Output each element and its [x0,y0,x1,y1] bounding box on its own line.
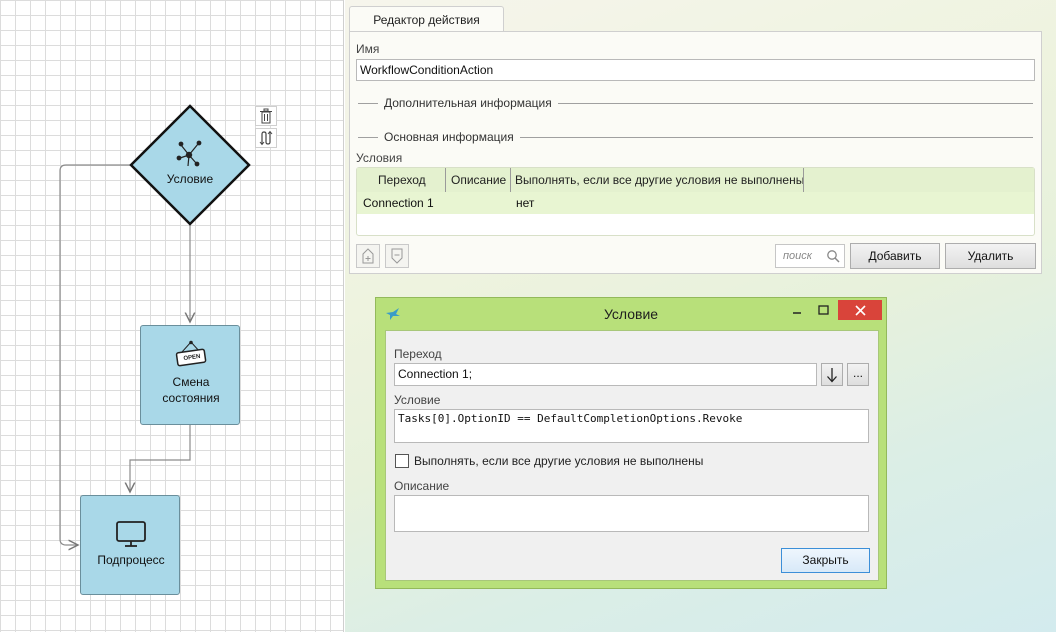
conditions-label: Условия [356,151,403,165]
table-row[interactable]: Connection 1 нет [357,192,1034,214]
monitor-icon [116,521,146,547]
action-editor-panel: Имя WorkflowConditionAction Дополнительн… [349,31,1042,274]
delete-button[interactable]: Удалить [945,243,1036,269]
move-down-button[interactable] [385,244,409,268]
workflow-canvas[interactable]: Условие OPEN Смена состояния Подпроцесс [0,0,344,632]
search-icon [827,250,840,263]
conditions-table[interactable]: Переход Описание Выполнять, если все дру… [356,167,1035,236]
add-button[interactable]: Добавить [850,243,940,269]
fallback-checkbox[interactable] [395,454,409,468]
column-header-transition[interactable]: Переход [378,168,426,192]
search-placeholder: поиск [783,250,812,262]
minimize-icon [793,312,801,314]
transition-field[interactable]: Connection 1; [394,363,817,386]
minimize-button[interactable] [786,300,808,320]
trash-icon [260,108,272,124]
state-change-node[interactable]: OPEN Смена состояния [140,325,240,425]
subprocess-label: Подпроцесс [97,553,165,567]
condition-editor[interactable]: Tasks[0].OptionID == DefaultCompletionOp… [394,409,869,443]
cell-fallback: нет [516,196,535,210]
subprocess-node[interactable]: Подпроцесс [80,495,180,595]
description-label: Описание [394,479,450,493]
condition-node-shape [129,104,251,226]
maximize-button[interactable] [812,300,834,320]
description-field[interactable] [394,495,869,532]
arrow-down-icon [827,368,837,383]
state-change-label-2: состояния [162,391,220,405]
column-header-fallback[interactable]: Выполнять, если все другие условия не вы… [515,168,804,192]
swap-icon [259,130,273,146]
condition-node-label[interactable]: Условие [150,171,230,187]
dialog-body: Переход Connection 1; ... Условие Tasks[… [385,330,879,581]
close-icon [854,304,866,316]
connector-state-to-subprocess [130,424,191,492]
close-button[interactable]: Закрыть [781,548,870,573]
close-window-button[interactable] [838,300,882,320]
transition-browse-button[interactable]: ... [847,363,869,386]
fallback-checkbox-label[interactable]: Выполнять, если все другие условия не вы… [414,454,703,468]
dialog-titlebar[interactable]: Условие [376,298,886,330]
transition-dropdown-button[interactable] [821,363,843,386]
state-change-label-1: Смена [172,375,210,389]
section-extra-info[interactable]: Дополнительная информация [378,96,558,110]
swap-branches-button[interactable] [255,128,277,148]
condition-dialog: Условие Переход Connection 1; ... Услови… [375,297,887,589]
arrow-up-icon [362,248,374,264]
move-up-button[interactable] [356,244,380,268]
table-header: Переход Описание Выполнять, если все дру… [357,168,1034,192]
column-header-description[interactable]: Описание [451,168,506,192]
name-label: Имя [356,42,380,56]
name-field[interactable]: WorkflowConditionAction [356,59,1035,81]
transition-label: Переход [394,347,442,361]
section-main-info[interactable]: Основная информация [378,130,520,144]
condition-label: Условие [394,393,441,407]
tab-action-editor[interactable]: Редактор действия [349,6,504,32]
delete-node-button[interactable] [255,106,277,126]
cell-transition: Connection 1 [363,196,434,210]
maximize-icon [817,305,829,315]
search-input[interactable]: поиск [775,244,845,268]
dialog-title: Условие [603,306,659,322]
connector-condition-to-subprocess [59,164,132,545]
arrow-down-icon [391,248,403,264]
